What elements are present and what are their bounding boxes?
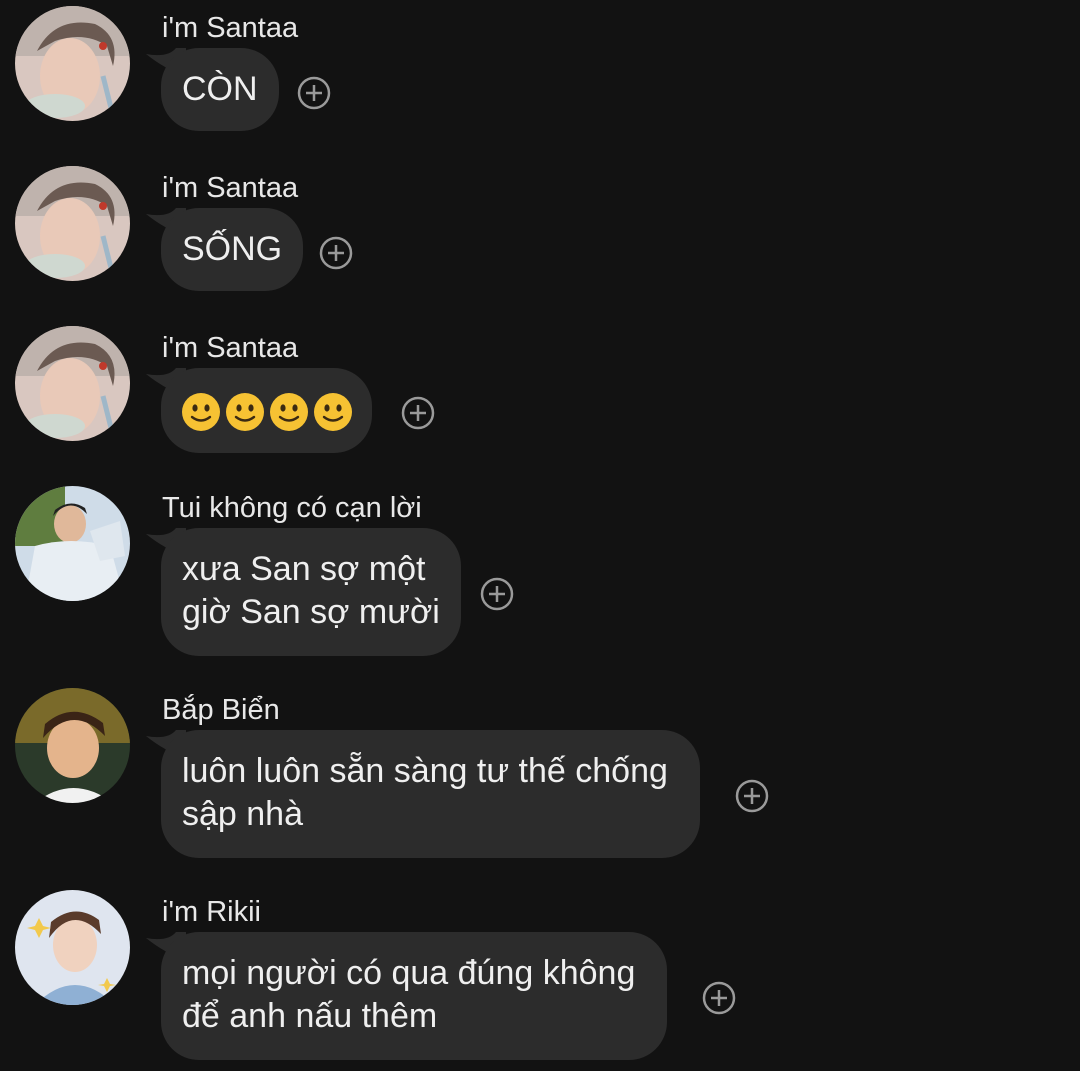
message-text-line: luôn luôn sẵn sàng tư thế chống — [182, 752, 668, 790]
slightly-smiling-face-icon — [225, 392, 265, 432]
sender-name: i'm Rikii — [162, 896, 261, 928]
sender-avatar[interactable] — [15, 890, 130, 1005]
message-row: i'm Santaa CÒN — [0, 0, 1080, 140]
message-row: Tui không có cạn lời xưa San sợ một giờ … — [0, 480, 1080, 670]
message-row: i'm Santaa SỐNG — [0, 160, 1080, 300]
message-row: i'm Rikii mọi người có qua đúng không để… — [0, 884, 1080, 1071]
message-text-line: mọi người có qua đúng không — [182, 954, 636, 992]
add-reaction-icon[interactable] — [735, 779, 769, 813]
message-text: SỐNG — [182, 230, 283, 268]
message-text-line: để anh nấu thêm — [182, 997, 438, 1035]
emoji-row — [181, 389, 353, 432]
sender-avatar[interactable] — [15, 166, 130, 281]
message-text: CÒN — [182, 70, 258, 108]
sender-name: i'm Santaa — [162, 12, 299, 44]
message-text-line: xưa San sợ một — [182, 550, 426, 588]
message-bubble[interactable]: luôn luôn sẵn sàng tư thế chống sập nhà — [161, 730, 700, 858]
add-reaction-icon[interactable] — [702, 981, 736, 1015]
sender-name: Bắp Biển — [162, 694, 280, 726]
sender-avatar[interactable] — [15, 688, 130, 803]
sender-name: i'm Santaa — [162, 172, 299, 204]
add-reaction-icon[interactable] — [297, 76, 331, 110]
slightly-smiling-face-icon — [269, 392, 309, 432]
slightly-smiling-face-icon — [181, 392, 221, 432]
message-bubble[interactable]: xưa San sợ một giờ San sợ mười — [161, 528, 461, 656]
sender-name: i'm Santaa — [162, 332, 299, 364]
message-bubble[interactable]: SỐNG — [161, 208, 304, 291]
sender-name: Tui không có cạn lời — [162, 492, 422, 524]
message-bubble[interactable] — [161, 368, 372, 453]
message-row: i'm Santaa — [0, 320, 1080, 460]
sender-avatar[interactable] — [15, 6, 130, 121]
message-bubble[interactable]: mọi người có qua đúng không để anh nấu t… — [161, 932, 668, 1060]
message-bubble[interactable]: CÒN — [161, 48, 279, 131]
add-reaction-icon[interactable] — [319, 236, 353, 270]
sender-avatar[interactable] — [15, 326, 130, 441]
message-text-line: sập nhà — [182, 795, 303, 833]
add-reaction-icon[interactable] — [401, 396, 435, 430]
add-reaction-icon[interactable] — [480, 577, 514, 611]
message-row: Bắp Biển luôn luôn sẵn sàng tư thế chống… — [0, 682, 1080, 872]
slightly-smiling-face-icon — [313, 392, 353, 432]
sender-avatar[interactable] — [15, 486, 130, 601]
message-text-line: giờ San sợ mười — [182, 593, 440, 631]
